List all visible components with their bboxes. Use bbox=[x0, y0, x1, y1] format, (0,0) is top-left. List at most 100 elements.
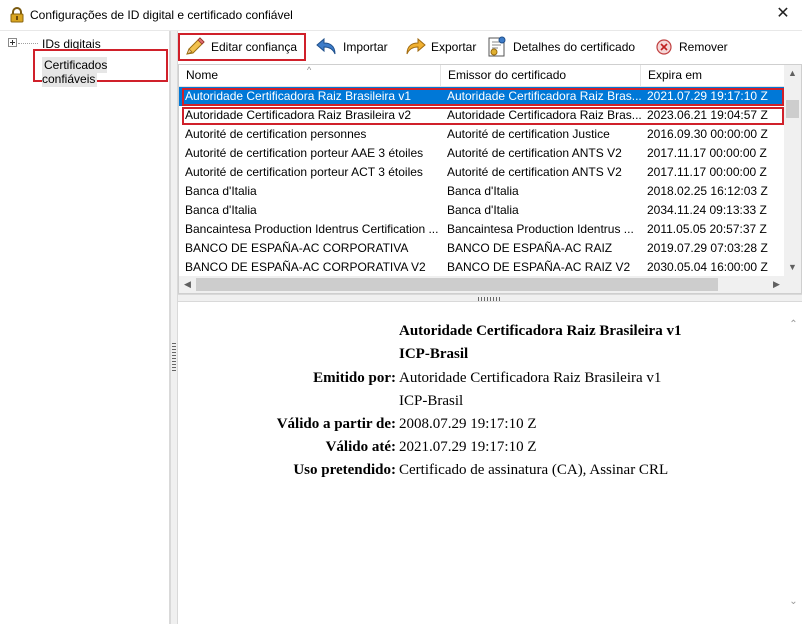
table-row[interactable]: Autoridade Certificadora Raiz Brasileira… bbox=[179, 106, 785, 125]
window-title: Configurações de ID digital e certificad… bbox=[30, 8, 293, 22]
sidebar-item-trusted-certificates[interactable]: Certificados confiáveis bbox=[33, 49, 168, 87]
table-row[interactable]: BANCO DE ESPAÑA-AC CORPORATIVA V2 BANCO … bbox=[179, 258, 785, 277]
import-button[interactable]: Importar bbox=[312, 33, 392, 61]
cell-issuer: BANCO DE ESPAÑA-AC RAIZ V2 bbox=[447, 260, 631, 274]
table-row[interactable]: Autorité de certification personnes Auto… bbox=[179, 125, 785, 144]
detail-name-line2: ICP-Brasil bbox=[399, 346, 469, 362]
remove-button[interactable]: Remover bbox=[650, 33, 732, 61]
tree-connector bbox=[18, 43, 38, 44]
column-header-issuer[interactable]: Emissor do certificado bbox=[441, 65, 641, 87]
expand-icon[interactable] bbox=[8, 38, 17, 47]
list-horizontal-scrollbar[interactable]: ◀ ▶ bbox=[179, 276, 785, 293]
cell-expires: 2016.09.30 00:00:00 Z bbox=[647, 127, 768, 141]
cell-name: Banca d'Italia bbox=[185, 203, 257, 217]
detail-name-line1: Autoridade Certificadora Raiz Brasileira… bbox=[399, 323, 682, 339]
scrollbar-corner bbox=[784, 276, 801, 293]
cell-name: Autoridade Certificadora Raiz Brasileira… bbox=[185, 89, 412, 103]
certificate-details-label: Detalhes do certificado bbox=[513, 40, 636, 54]
cell-issuer: Banca d'Italia bbox=[447, 184, 519, 198]
cell-issuer: Bancaintesa Production Identrus ... bbox=[447, 222, 634, 236]
certificate-icon bbox=[488, 36, 506, 57]
table-row[interactable]: Autorité de certification porteur ACT 3 … bbox=[179, 163, 785, 182]
cell-expires: 2030.05.04 16:00:00 Z bbox=[647, 260, 768, 274]
vertical-splitter[interactable] bbox=[170, 31, 178, 624]
cell-issuer: Autorité de certification ANTS V2 bbox=[447, 165, 622, 179]
certificate-details-pane: Autoridade Certificadora Raiz Brasileira… bbox=[178, 302, 802, 624]
cell-name: Autorité de certification porteur ACT 3 … bbox=[185, 165, 423, 179]
export-arrow-icon bbox=[406, 37, 426, 55]
issued-by-value-line2: ICP-Brasil bbox=[399, 393, 464, 409]
valid-from-value: 2008.07.29 19:17:10 Z bbox=[399, 416, 537, 432]
list-header: Nome ^ Emissor do certificado Expira em bbox=[179, 65, 785, 87]
pencil-icon bbox=[186, 37, 205, 55]
cell-expires: 2034.11.24 09:13:33 Z bbox=[647, 203, 767, 217]
edit-trust-label: Editar confiança bbox=[211, 40, 298, 54]
certificate-list: Nome ^ Emissor do certificado Expira em … bbox=[178, 64, 802, 294]
table-row[interactable]: Bancaintesa Production Identrus Certific… bbox=[179, 220, 785, 239]
issued-by-label: Emitido por: bbox=[313, 370, 396, 386]
lock-icon bbox=[10, 7, 24, 23]
cell-name: Bancaintesa Production Identrus Certific… bbox=[185, 222, 439, 236]
sidebar-item-label: Certificados confiáveis bbox=[42, 57, 108, 87]
scroll-down-icon[interactable]: ⌄ bbox=[785, 593, 802, 610]
cell-expires: 2021.07.29 19:17:10 Z bbox=[647, 89, 768, 103]
table-row[interactable]: BANCO DE ESPAÑA-AC CORPORATIVA BANCO DE … bbox=[179, 239, 785, 258]
import-label: Importar bbox=[343, 40, 388, 54]
toolbar: Editar confiança Importar Exportar Detal… bbox=[178, 31, 802, 64]
scroll-down-icon[interactable]: ▼ bbox=[784, 259, 801, 276]
close-button[interactable]: ✕ bbox=[772, 3, 794, 25]
splitter-grip-icon[interactable] bbox=[478, 297, 502, 301]
cell-issuer: Autorité de certification Justice bbox=[447, 127, 610, 141]
valid-until-label: Válido até: bbox=[325, 439, 396, 455]
sidebar: IDs digitais Certificados confiáveis bbox=[0, 31, 170, 624]
table-row[interactable]: Autoridade Certificadora Raiz Brasileira… bbox=[179, 87, 785, 106]
table-row[interactable]: Autorité de certification porteur AAE 3 … bbox=[179, 144, 785, 163]
details-vertical-scrollbar[interactable]: ⌃ ⌄ bbox=[785, 302, 802, 624]
edit-trust-button[interactable]: Editar confiança bbox=[178, 33, 306, 61]
import-arrow-icon bbox=[316, 37, 336, 55]
cell-expires: 2017.11.17 00:00:00 Z bbox=[647, 146, 767, 160]
valid-until-value: 2021.07.29 19:17:10 Z bbox=[399, 439, 537, 455]
cell-expires: 2011.05.05 20:57:37 Z bbox=[647, 222, 767, 236]
intended-use-value: Certificado de assinatura (CA), Assinar … bbox=[399, 462, 669, 478]
scroll-up-icon[interactable]: ▲ bbox=[784, 65, 801, 82]
cell-expires: 2023.06.21 19:04:57 Z bbox=[647, 108, 768, 122]
cell-name: Autorité de certification personnes bbox=[185, 127, 367, 141]
valid-from-label: Válido a partir de: bbox=[276, 416, 396, 432]
remove-label: Remover bbox=[679, 40, 728, 54]
scroll-up-icon[interactable]: ⌃ bbox=[785, 316, 802, 333]
cell-issuer: Banca d'Italia bbox=[447, 203, 519, 217]
splitter-grip-icon[interactable] bbox=[172, 343, 176, 371]
cell-name: Autorité de certification porteur AAE 3 … bbox=[185, 146, 424, 160]
horizontal-splitter[interactable] bbox=[178, 294, 802, 302]
cell-issuer: Autoridade Certificadora Raiz Bras... bbox=[447, 89, 641, 103]
issued-by-value-line1: Autoridade Certificadora Raiz Brasileira… bbox=[399, 370, 662, 386]
cell-expires: 2019.07.29 07:03:28 Z bbox=[647, 241, 768, 255]
cell-expires: 2017.11.17 00:00:00 Z bbox=[647, 165, 767, 179]
cell-issuer: Autoridade Certificadora Raiz Bras... bbox=[447, 108, 641, 122]
column-header-expires[interactable]: Expira em bbox=[641, 65, 785, 87]
column-header-name[interactable]: Nome ^ bbox=[179, 65, 441, 87]
scroll-thumb[interactable] bbox=[786, 100, 799, 118]
remove-icon bbox=[656, 39, 672, 55]
table-row[interactable]: Banca d'Italia Banca d'Italia 2018.02.25… bbox=[179, 182, 785, 201]
scroll-right-icon[interactable]: ▶ bbox=[768, 276, 785, 293]
cell-issuer: Autorité de certification ANTS V2 bbox=[447, 146, 622, 160]
certificate-rows: Autoridade Certificadora Raiz Brasileira… bbox=[179, 87, 785, 277]
intended-use-label: Uso pretendido: bbox=[293, 462, 396, 478]
export-label: Exportar bbox=[431, 40, 477, 54]
cell-expires: 2018.02.25 16:12:03 Z bbox=[647, 184, 768, 198]
cell-name: BANCO DE ESPAÑA-AC CORPORATIVA V2 bbox=[185, 260, 426, 274]
cell-name: Banca d'Italia bbox=[185, 184, 257, 198]
table-row[interactable]: Banca d'Italia Banca d'Italia 2034.11.24… bbox=[179, 201, 785, 220]
list-vertical-scrollbar[interactable]: ▲ ▼ bbox=[784, 65, 801, 276]
cell-name: Autoridade Certificadora Raiz Brasileira… bbox=[185, 108, 412, 122]
export-button[interactable]: Exportar bbox=[400, 33, 480, 61]
sort-ascending-icon: ^ bbox=[307, 65, 312, 75]
scroll-thumb[interactable] bbox=[196, 278, 718, 291]
certificate-details-button[interactable]: Detalhes do certificado bbox=[482, 33, 639, 61]
cell-issuer: BANCO DE ESPAÑA-AC RAIZ bbox=[447, 241, 613, 255]
cell-name: BANCO DE ESPAÑA-AC CORPORATIVA bbox=[185, 241, 409, 255]
scroll-left-icon[interactable]: ◀ bbox=[179, 276, 196, 293]
column-header-label: Nome bbox=[186, 68, 219, 82]
